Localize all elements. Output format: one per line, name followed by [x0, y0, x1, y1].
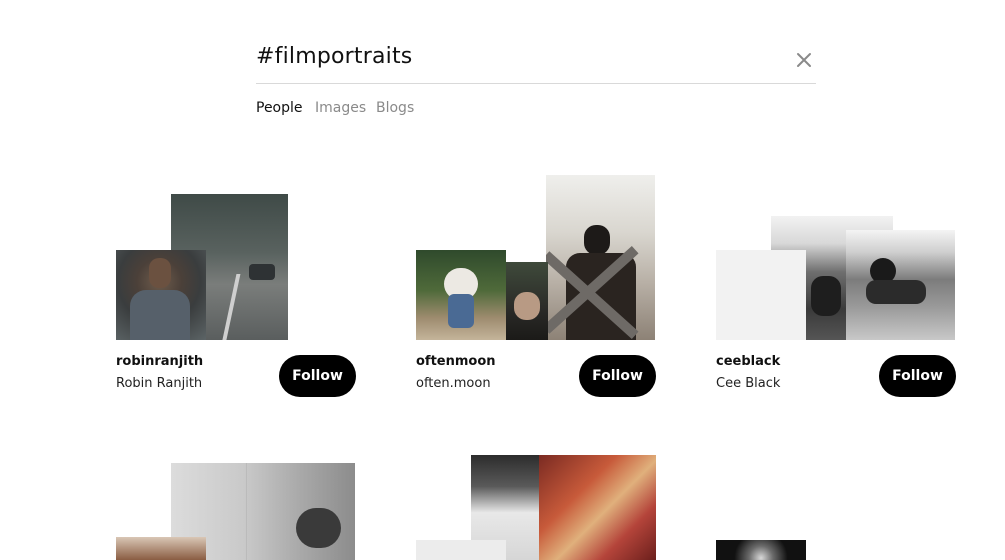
- tab-people[interactable]: People: [256, 100, 303, 116]
- close-icon[interactable]: [794, 50, 814, 70]
- username[interactable]: ceeblack: [716, 354, 780, 369]
- person-card-row2-1[interactable]: [116, 463, 356, 560]
- display-name: often.moon: [416, 376, 491, 391]
- display-name: Cee Black: [716, 376, 781, 391]
- username[interactable]: oftenmoon: [416, 354, 496, 369]
- follow-button[interactable]: Follow: [879, 355, 956, 397]
- collage-photo[interactable]: [716, 250, 806, 340]
- display-name: Robin Ranjith: [116, 376, 203, 391]
- collage-photo[interactable]: [506, 262, 548, 340]
- collage-photo[interactable]: [716, 540, 806, 560]
- person-card-row2-3[interactable]: [716, 540, 956, 560]
- person-card-ceeblack[interactable]: ceeblack Cee Black Follow: [716, 175, 956, 405]
- follow-button[interactable]: Follow: [579, 355, 656, 397]
- collage-photo[interactable]: [116, 537, 206, 560]
- person-card-oftenmoon[interactable]: oftenmoon often.moon Follow: [416, 175, 656, 405]
- collage-photo[interactable]: [416, 540, 506, 560]
- username[interactable]: robinranjith: [116, 354, 203, 369]
- search-query[interactable]: #filmportraits: [256, 44, 412, 69]
- follow-button[interactable]: Follow: [279, 355, 356, 397]
- person-card-row2-2[interactable]: [416, 455, 656, 560]
- search-bar[interactable]: #filmportraits: [256, 40, 816, 84]
- collage-photo[interactable]: [116, 250, 206, 340]
- collage-photo[interactable]: [546, 175, 655, 340]
- collage-photo[interactable]: [539, 455, 656, 560]
- collage-photo[interactable]: [416, 250, 506, 340]
- tab-images[interactable]: Images: [315, 100, 366, 116]
- tab-blogs[interactable]: Blogs: [376, 100, 414, 116]
- person-card-robinranjith[interactable]: robinranjith Robin Ranjith Follow: [116, 175, 356, 405]
- collage-photo[interactable]: [846, 230, 955, 340]
